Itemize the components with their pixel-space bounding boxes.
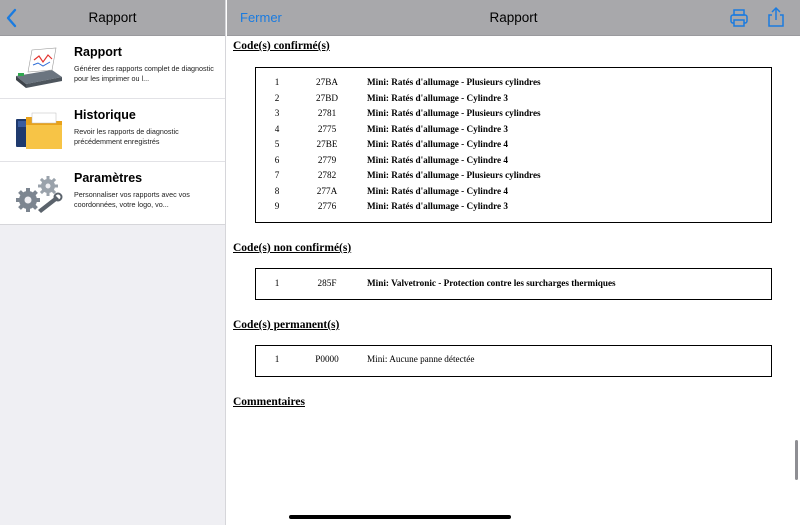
table-row: 4 2775 Mini: Ratés d'allumage - Cylindre 3 [256, 124, 771, 139]
row-index: 4 [274, 123, 280, 134]
comments-title: Commentaires [233, 396, 305, 408]
scrollbar[interactable] [795, 440, 798, 480]
gears-settings-icon [16, 176, 63, 213]
table-row: 7 2782 Mini: Ratés d'allumage - Plusieurs … [256, 170, 771, 185]
sidebar-item-title: Paramètres [74, 171, 143, 185]
dtc-description: Mini: Ratés d'allumage - Cylindre 3 [367, 92, 508, 103]
dtc-code: 27BA [316, 77, 338, 87]
dtc-description: Mini: Ratés d'allumage - Cylindre 3 [367, 201, 508, 211]
dtc-description: Mini: Ratés d'allumage - Cylindre 3 [367, 123, 508, 134]
table-row: 9 2776 Mini: Ratés d'allumage - Cylindre 3 [256, 201, 771, 216]
dtc-description: Mini: Ratés d'allumage - Cylindre 4 [367, 139, 508, 149]
sidebar-item-description: Revoir les rapports de diagnostic précéd… [74, 127, 179, 146]
dtc-description: Mini: Valvetronic - Protection contre le… [367, 278, 616, 288]
dtc-description: Mini: Ratés d'allumage - Plusieurs cylin… [367, 108, 541, 118]
table-row: 1 P0000 Mini: Aucune panne détectée [256, 354, 771, 369]
table-row: 6 2779 Mini: Ratés d'allumage - Cylindre 4 [256, 155, 771, 170]
page-title: Rapport [489, 10, 538, 25]
row-index: 5 [274, 139, 280, 149]
confirmed-codes-title: Code(s) confirmé(s) [233, 40, 330, 52]
table-row: 1 27BA Mini: Ratés d'allumage - Plusieurs … [256, 77, 771, 92]
dtc-code: 285F [317, 278, 337, 288]
row-index: 8 [274, 185, 280, 196]
dtc-code: 277A [316, 185, 338, 196]
dtc-description: Mini: Ratés d'allumage - Plusieurs cylin… [367, 170, 541, 180]
sidebar-list: Rapport Générer des rapports complet de … [0, 36, 225, 225]
home-indicator [289, 515, 511, 519]
sidebar-item-title: Historique [74, 108, 136, 122]
row-index: 1 [274, 77, 280, 87]
table-row: 2 27BD Mini: Ratés d'allumage - Cylindre 3 [256, 93, 771, 108]
table-row: 3 2781 Mini: Ratés d'allumage - Plusieurs … [256, 108, 771, 123]
dtc-description: Mini: Ratés d'allumage - Cylindre 4 [367, 154, 508, 165]
dtc-code: 27BE [316, 139, 338, 149]
permanent-codes-table: 1 P0000 Mini: Aucune panne détectée [255, 345, 772, 377]
dtc-description: Mini: Ratés d'allumage - Cylindre 4 [367, 185, 508, 196]
confirmed-codes-table: 1 27BA Mini: Ratés d'allumage - Plusieurs … [255, 67, 772, 223]
sidebar-item-description: Générer des rapports complet de diagnost… [74, 64, 214, 83]
main-panel: Fermer Rapport Code(s) confirmé(s) 1 27BA… [227, 0, 800, 525]
unconfirmed-codes-title: Code(s) non confirmé(s) [233, 242, 352, 254]
dtc-code: 27BD [316, 92, 338, 103]
row-index: 1 [274, 278, 280, 288]
row-index: 2 [274, 92, 280, 103]
sidebar: Rapport Rapport Générer des rapports com… [0, 0, 226, 525]
sidebar-item-rapport[interactable]: Rapport Générer des rapports complet de … [0, 36, 225, 99]
sidebar-header: Rapport [0, 0, 225, 36]
table-row: 5 27BE Mini: Ratés d'allumage - Cylindre 4 [256, 139, 771, 154]
row-index: 3 [274, 108, 280, 118]
unconfirmed-codes-table: 1 285F Mini: Valvetronic - Protection cont… [255, 268, 772, 300]
main-header: Fermer Rapport [227, 0, 800, 36]
dtc-code: 2782 [317, 170, 337, 180]
row-index: 9 [274, 201, 280, 211]
dtc-description: Mini: Aucune panne détectée [367, 354, 475, 364]
sidebar-item-historique[interactable]: Historique Revoir les rapports de diagno… [0, 99, 225, 162]
printer-icon[interactable] [729, 8, 749, 28]
row-index: 1 [274, 354, 280, 364]
dtc-code: 2776 [317, 201, 337, 211]
row-index: 6 [274, 154, 280, 165]
row-index: 7 [274, 170, 280, 180]
table-row: 8 277A Mini: Ratés d'allumage - Cylindre 4 [256, 186, 771, 201]
dtc-code: 2781 [317, 108, 337, 118]
dtc-code: 2775 [317, 123, 337, 134]
sidebar-item-title: Rapport [74, 45, 122, 59]
sidebar-item-parametres[interactable]: Paramètres Personnaliser vos rapports av… [0, 162, 225, 225]
sidebar-title: Rapport [88, 10, 137, 25]
dtc-code: P0000 [315, 354, 339, 364]
folder-history-icon [16, 112, 62, 149]
dtc-description: Mini: Ratés d'allumage - Plusieurs cylin… [367, 77, 541, 87]
report-printer-icon [16, 47, 62, 88]
sidebar-item-description: Personnaliser vos rapports avec vos coor… [74, 190, 190, 209]
share-icon[interactable] [767, 6, 785, 28]
permanent-codes-title: Code(s) permanent(s) [233, 319, 340, 331]
table-row: 1 285F Mini: Valvetronic - Protection cont… [256, 278, 771, 293]
dtc-code: 2779 [317, 154, 337, 165]
